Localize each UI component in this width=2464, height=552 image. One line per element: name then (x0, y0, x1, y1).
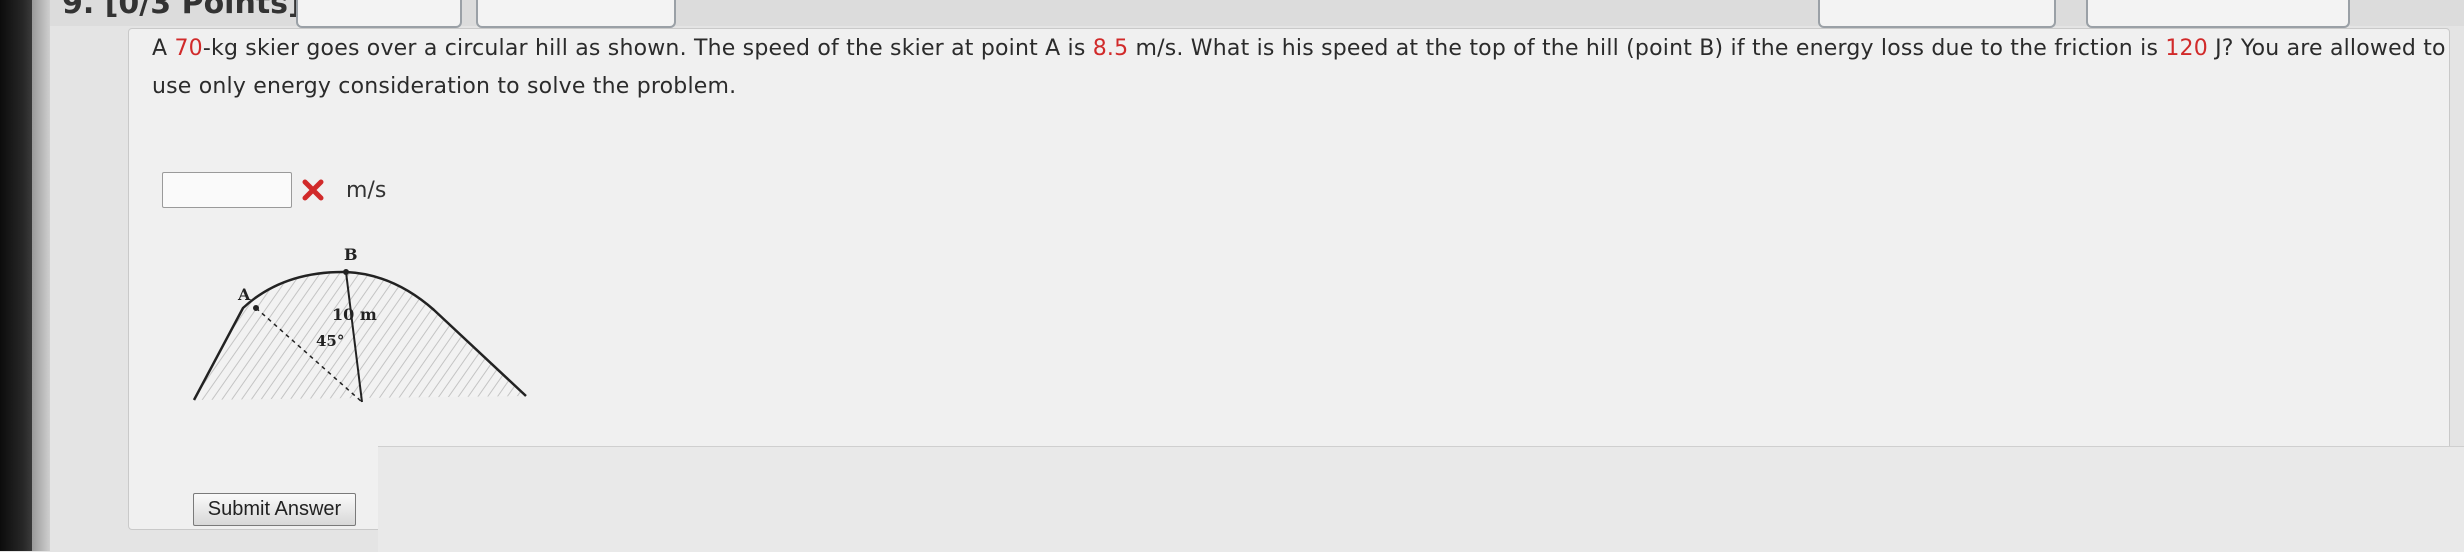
answer-unit: m/s (346, 177, 387, 203)
hill-diagram: B A 10 m 45° (192, 245, 527, 403)
label-angle: 45° (316, 332, 344, 350)
answer-row: m/s (162, 170, 386, 210)
speed-value: 8.5 (1092, 36, 1129, 61)
question-number: 9. [0/3 Points] (62, 0, 302, 21)
answer-input[interactable] (162, 172, 292, 208)
submit-answer-button[interactable]: Submit Answer (193, 493, 356, 526)
point-b-marker (343, 269, 349, 275)
x-mark-icon (302, 179, 324, 201)
header-right-button-2[interactable] (2086, 0, 2350, 28)
label-b: B (344, 245, 358, 264)
label-radius: 10 m (332, 305, 377, 324)
details-tab[interactable] (296, 0, 462, 28)
energy-loss-value: 120 (2165, 36, 2208, 61)
mass-value: 70 (174, 36, 203, 61)
panel-footer-area (378, 446, 2464, 552)
point-a-marker (253, 305, 259, 311)
question-part: A (152, 36, 175, 61)
header-right-button[interactable] (1818, 0, 2056, 28)
screen-edge (32, 0, 50, 551)
question-part: m/s. What is his speed at the top of the… (1128, 36, 2166, 61)
label-a: A (237, 285, 251, 304)
question-text: A 70-kg skier goes over a circular hill … (152, 30, 2452, 106)
question-part: -kg skier goes over a circular hill as s… (202, 36, 1093, 61)
screen-bezel (0, 0, 32, 551)
my-notes-tab[interactable] (476, 0, 676, 28)
